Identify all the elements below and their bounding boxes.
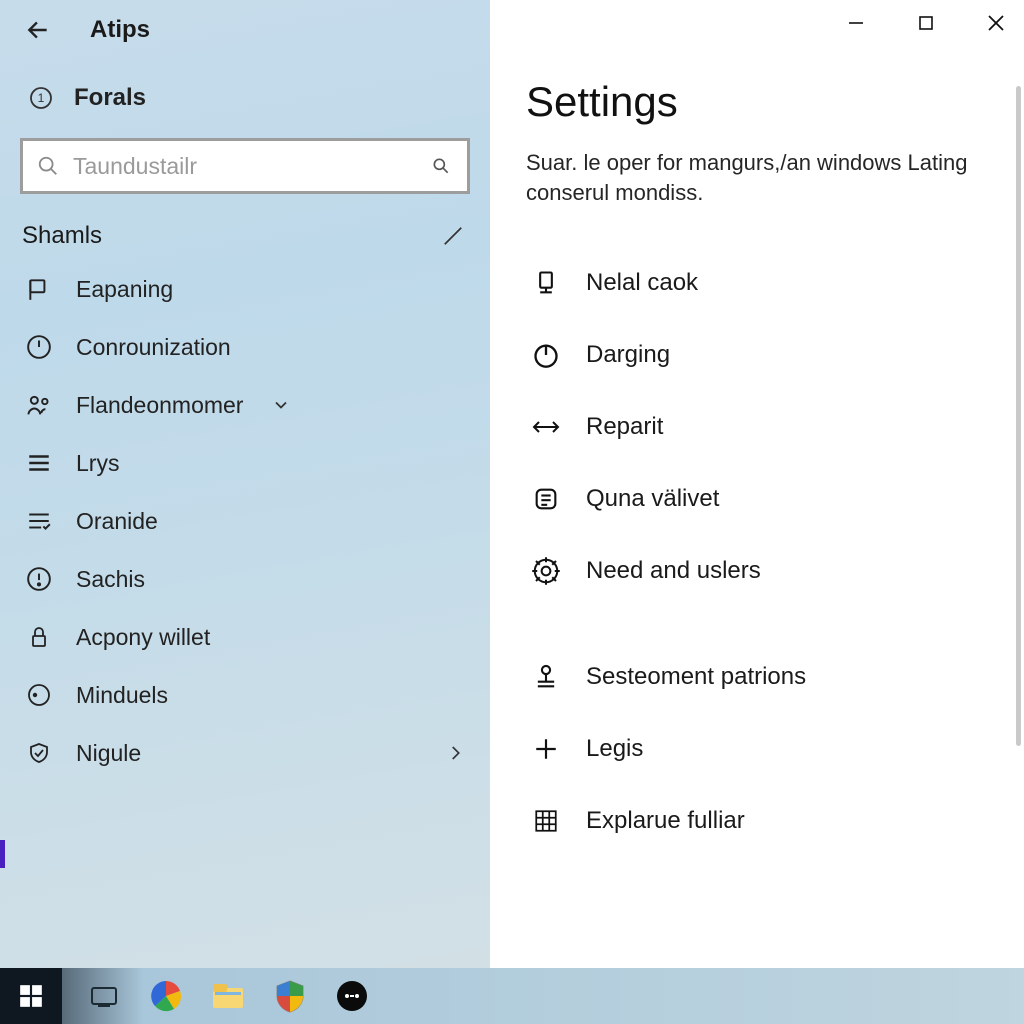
- dark-circle-icon: [336, 980, 368, 1012]
- grid-icon: [530, 805, 562, 837]
- settings-item-nelal-caok[interactable]: Nelal caok: [526, 247, 994, 319]
- minimize-icon: [847, 14, 865, 32]
- settings-item-label: Reparit: [586, 413, 663, 441]
- search-box[interactable]: [20, 138, 470, 194]
- search-submit-icon[interactable]: [431, 156, 453, 176]
- close-button[interactable]: [976, 6, 1016, 40]
- sidebar: Atips 1 Forals: [0, 0, 490, 968]
- sidebar-item-minduels[interactable]: Minduels: [0, 666, 490, 724]
- taskbar-app-dark[interactable]: [332, 976, 372, 1016]
- windows-logo-icon: [18, 983, 44, 1009]
- pie-chart-icon: [149, 979, 183, 1013]
- sidebar-item-label: Oranide: [76, 508, 158, 535]
- circle-dot-icon: [24, 680, 54, 710]
- info-circled-icon: 1: [28, 85, 54, 111]
- sidebar-item-eapaning[interactable]: Eapaning: [0, 260, 490, 318]
- gear-icon: [530, 555, 562, 587]
- sidebar-item-oranide[interactable]: Oranide: [0, 492, 490, 550]
- minimize-button[interactable]: [836, 6, 876, 40]
- sidebar-item-label: Sachis: [76, 566, 145, 593]
- svg-text:1: 1: [38, 91, 45, 105]
- chevron-down-icon: [271, 395, 291, 415]
- monitor-icon: [530, 267, 562, 299]
- settings-item-sesteoment-patrions[interactable]: Sesteoment patrions: [526, 641, 994, 713]
- app-title: Atips: [90, 16, 150, 44]
- settings-item-reparit[interactable]: Reparit: [526, 391, 994, 463]
- section-label: Shamls: [22, 222, 102, 250]
- sidebar-item-label: Eapaning: [76, 276, 173, 303]
- sidebar-nav-list: Eapaning Conrounization: [0, 260, 490, 782]
- sidebar-item-forals[interactable]: 1 Forals: [0, 62, 490, 130]
- settings-item-label: Legis: [586, 735, 643, 763]
- sidebar-section-header: Shamls: [0, 216, 490, 260]
- settings-item-explarue-fulliar[interactable]: Explarue fulliar: [526, 785, 994, 857]
- start-button[interactable]: [0, 968, 62, 1024]
- content-pane: Settings Suar. le oper for mangurs,/an w…: [490, 0, 1024, 968]
- shield-color-icon: [275, 979, 305, 1013]
- sidebar-item-nigule[interactable]: Nigule: [0, 724, 490, 782]
- sidebar-item-acpony-willet[interactable]: Acpony willet: [0, 608, 490, 666]
- close-icon: [986, 13, 1006, 33]
- settings-item-label: Darging: [586, 341, 670, 369]
- plus-icon: [530, 733, 562, 765]
- settings-item-label: Need and uslers: [586, 557, 761, 585]
- taskbar-app-shield[interactable]: [270, 976, 310, 1016]
- maximize-button[interactable]: [906, 6, 946, 40]
- arrows-horizontal-icon: [530, 411, 562, 443]
- settings-item-legis[interactable]: Legis: [526, 713, 994, 785]
- selection-accent: [0, 840, 5, 868]
- search-icon: [37, 155, 63, 177]
- lock-icon: [24, 622, 54, 652]
- taskbar-app-pie[interactable]: [146, 976, 186, 1016]
- sidebar-item-label: Acpony willet: [76, 624, 210, 651]
- people-icon: [24, 390, 54, 420]
- search-input[interactable]: [63, 153, 431, 180]
- sidebar-item-label: Flandeonmomer: [76, 392, 243, 419]
- clock-icon: [24, 332, 54, 362]
- settings-item-darging[interactable]: Darging: [526, 319, 994, 391]
- scrollbar[interactable]: [1016, 86, 1021, 746]
- power-icon: [530, 339, 562, 371]
- settings-item-label: Quna välivet: [586, 485, 719, 513]
- sidebar-header: Atips: [0, 6, 490, 62]
- person-icon: [530, 661, 562, 693]
- maximize-icon: [918, 15, 934, 31]
- back-button[interactable]: [20, 12, 56, 48]
- list-check-icon: [24, 506, 54, 536]
- settings-item-label: Nelal caok: [586, 269, 698, 297]
- settings-item-label: Explarue fulliar: [586, 807, 745, 835]
- sidebar-item-label: Nigule: [76, 740, 141, 767]
- edit-icon[interactable]: [442, 225, 464, 247]
- settings-item-need-and-uslers[interactable]: Need and uslers: [526, 535, 994, 607]
- alert-circle-icon: [24, 564, 54, 594]
- hamburger-icon: [24, 448, 54, 478]
- app-window: Atips 1 Forals: [0, 0, 1024, 968]
- settings-list: Nelal caok Darging: [526, 247, 994, 857]
- forals-label: Forals: [74, 84, 146, 112]
- chevron-right-icon: [446, 740, 470, 766]
- taskview-icon: [89, 983, 119, 1009]
- window-controls: [836, 6, 1016, 40]
- folder-icon: [211, 982, 245, 1010]
- taskbar: [0, 968, 1024, 1024]
- sidebar-item-flandeonmomer[interactable]: Flandeonmomer: [0, 376, 490, 434]
- taskbar-app-explorer[interactable]: [208, 976, 248, 1016]
- settings-item-quna-valivet[interactable]: Quna välivet: [526, 463, 994, 535]
- arrow-left-icon: [25, 17, 51, 43]
- settings-item-label: Sesteoment patrions: [586, 663, 806, 691]
- sidebar-item-sachis[interactable]: Sachis: [0, 550, 490, 608]
- sidebar-item-label: Conrounization: [76, 334, 231, 361]
- note-icon: [530, 483, 562, 515]
- taskbar-taskview[interactable]: [84, 976, 124, 1016]
- page-subtitle: Suar. le oper for mangurs,/an windows La…: [526, 148, 986, 207]
- sidebar-item-label: Lrys: [76, 450, 119, 477]
- flag-icon: [24, 274, 54, 304]
- sidebar-item-lrys[interactable]: Lrys: [0, 434, 490, 492]
- page-title: Settings: [526, 78, 994, 126]
- sidebar-item-label: Minduels: [76, 682, 168, 709]
- sidebar-item-conrounization[interactable]: Conrounization: [0, 318, 490, 376]
- shield-check-icon: [24, 738, 54, 768]
